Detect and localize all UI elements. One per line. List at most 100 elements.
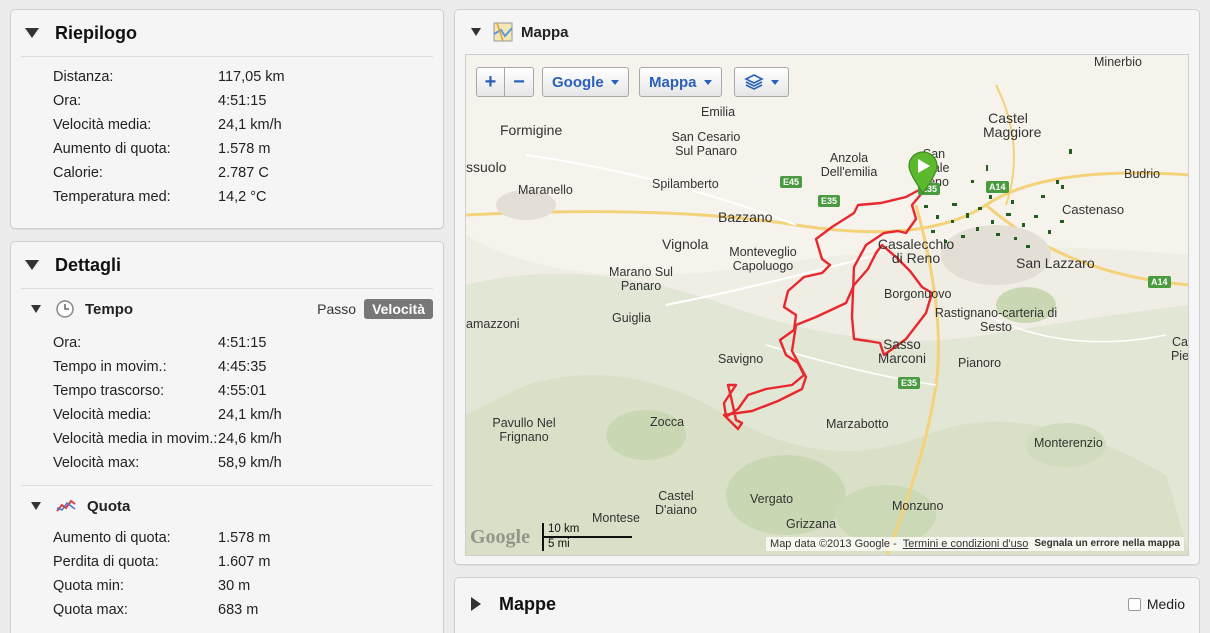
time-section-header[interactable]: Tempo Passo Velocità <box>11 289 443 329</box>
row-value: 683 m <box>218 602 259 618</box>
speed-option[interactable]: Velocità <box>364 299 433 319</box>
start-marker-icon[interactable] <box>906 150 940 194</box>
time-row: Tempo in movim.: 4:45:35 <box>11 355 443 379</box>
chevron-down-icon <box>771 79 779 85</box>
map-panel: Mappa Minerbio Castel Maggiore Emilia Fo… <box>454 9 1200 565</box>
row-label: Temperatura med: <box>53 189 171 205</box>
elevation-title: Quota <box>87 497 131 515</box>
medio-label: Medio <box>1146 596 1185 612</box>
summary-row: Aumento di quota: 1.578 m <box>11 137 443 161</box>
report-error-link[interactable]: Segnala un errore nella mappa <box>1034 538 1180 550</box>
place-label: Marzabotto <box>826 417 889 431</box>
row-label: Aumento di quota: <box>53 530 171 546</box>
elevation-chart-icon <box>56 499 76 512</box>
collapse-triangle-icon[interactable] <box>471 28 481 36</box>
place-label: Borgonuovo <box>884 287 952 301</box>
provider-label: Google <box>552 73 604 91</box>
map-type-dropdown[interactable]: Mappa <box>639 67 722 97</box>
chevron-down-icon <box>703 79 712 85</box>
time-row: Velocità media: 24,1 km/h <box>11 403 443 427</box>
row-label: Calorie: <box>53 165 103 181</box>
place-label: Grizzana <box>786 517 837 531</box>
elevation-section-header[interactable]: Quota <box>11 486 443 526</box>
map-icon <box>493 22 513 42</box>
provider-dropdown[interactable]: Google <box>542 67 629 97</box>
place-label: Formigine <box>500 122 563 138</box>
row-label: Ora: <box>53 93 82 109</box>
map-data-text: Map data ©2013 Google - <box>770 538 897 550</box>
chevron-down-icon <box>610 79 619 85</box>
maps-title: Mappe <box>499 593 557 614</box>
row-label: Tempo trascorso: <box>53 383 165 399</box>
map-header[interactable]: Mappa <box>455 10 1199 54</box>
summary-row: Calorie: 2.787 C <box>11 161 443 185</box>
zoom-out-button[interactable]: − <box>505 67 534 97</box>
zoom-in-button[interactable]: + <box>476 67 505 97</box>
row-value: 4:51:15 <box>218 335 267 351</box>
place-label: Zocca <box>650 415 685 429</box>
map-view[interactable]: Minerbio Castel Maggiore Emilia Formigin… <box>465 54 1189 556</box>
place-label: Casalecchio di Reno <box>877 236 955 266</box>
place-label: Castenaso <box>1062 202 1125 217</box>
scale-mi: 5 mi <box>542 538 632 551</box>
road-shield: E35 <box>898 377 921 389</box>
maps-header[interactable]: Mappe Medio <box>455 578 1199 630</box>
collapse-triangle-icon[interactable] <box>25 260 39 270</box>
place-label: San Cesario Sul Panaro <box>671 130 741 158</box>
zoom-controls: + − <box>476 67 534 97</box>
place-label: Savigno <box>718 352 764 366</box>
place-label: Sasso Marconi <box>877 337 926 366</box>
elevation-row: Quota max: 683 m <box>11 598 443 622</box>
place-label: Vergato <box>750 492 794 506</box>
row-value: 1.607 m <box>218 554 271 570</box>
scale-bar: 10 km 5 mi <box>542 523 632 551</box>
place-label: Pavullo Nel Frignano <box>492 416 556 444</box>
summary-row: Distanza: 117,05 km <box>11 65 443 89</box>
place-label: Anzola Dell'emilia <box>820 151 878 179</box>
row-value: 1.578 m <box>218 141 271 157</box>
pace-option[interactable]: Passo <box>309 299 364 319</box>
place-label: Castel Maggiore <box>983 110 1042 140</box>
place-label: Monzuno <box>892 499 944 513</box>
summary-header[interactable]: Riepilogo <box>11 10 443 56</box>
place-label: Guiglia <box>612 311 651 325</box>
time-row: Ora: 4:51:15 <box>11 331 443 355</box>
medio-checkbox[interactable] <box>1127 597 1141 611</box>
place-label: Monteveglio Capoluogo <box>729 245 797 273</box>
elevation-row: Quota min: 30 m <box>11 574 443 598</box>
row-label: Quota min: <box>53 578 124 594</box>
place-label: Monterenzio <box>1034 436 1103 450</box>
row-label: Velocità media: <box>53 407 152 423</box>
details-title: Dettagli <box>55 254 122 275</box>
medio-checkbox-group[interactable]: Medio <box>1127 596 1185 612</box>
place-label: Bazzano <box>718 209 773 225</box>
time-row: Velocità media in movim.: 24,6 km/h <box>11 427 443 451</box>
collapse-triangle-icon[interactable] <box>31 305 41 313</box>
row-value: 2.787 C <box>218 165 269 181</box>
collapse-triangle-icon[interactable] <box>31 502 41 510</box>
collapse-triangle-icon[interactable] <box>25 28 39 38</box>
row-value: 4:55:01 <box>218 383 267 399</box>
terms-link[interactable]: Termini e condizioni d'uso <box>903 538 1029 550</box>
row-value: 58,9 km/h <box>218 455 282 471</box>
time-row: Velocità max: 58,9 km/h <box>11 451 443 475</box>
summary-title: Riepilogo <box>55 22 137 43</box>
row-label: Aumento di quota: <box>53 141 171 157</box>
expand-triangle-icon[interactable] <box>471 597 481 611</box>
clock-icon <box>56 300 74 318</box>
details-header[interactable]: Dettagli <box>11 242 443 288</box>
layers-dropdown[interactable] <box>734 67 789 97</box>
place-label: Marano Sul Panaro <box>609 265 673 293</box>
place-label: Pianoro <box>958 356 1002 370</box>
summary-rows: Distanza: 117,05 km Ora: 4:51:15 Velocità … <box>11 57 443 209</box>
scale-km: 10 km <box>542 523 632 538</box>
place-label: amazzoni <box>466 317 520 331</box>
row-value: 4:51:15 <box>218 93 267 109</box>
map-background <box>466 55 1188 555</box>
row-value: 24,1 km/h <box>218 117 282 133</box>
pace-speed-toggle[interactable]: Passo Velocità <box>309 299 433 319</box>
road-shield: E35 <box>818 195 841 207</box>
map-title: Mappa <box>521 23 569 41</box>
map-attribution: Map data ©2013 Google - Termini e condiz… <box>766 537 1184 551</box>
summary-panel: Riepilogo Distanza: 117,05 km Ora: 4:51:15… <box>10 9 444 229</box>
